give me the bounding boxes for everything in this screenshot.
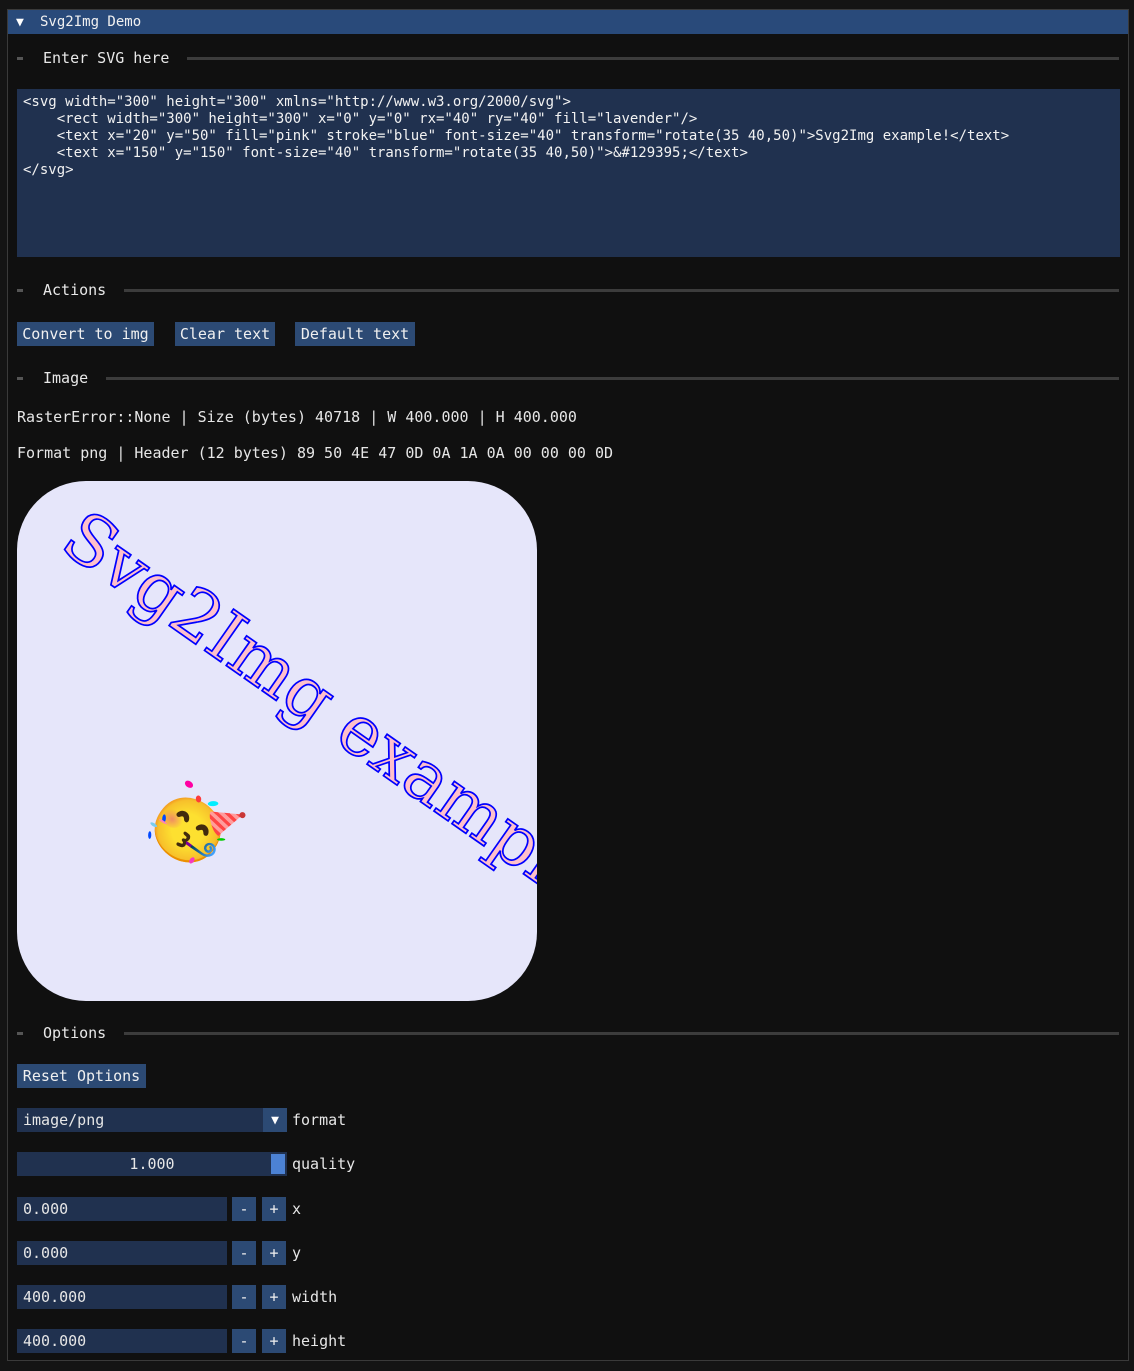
clear-text-button[interactable]: Clear text bbox=[175, 322, 275, 346]
section-label: Actions bbox=[43, 281, 107, 299]
section-label: Enter SVG here bbox=[43, 49, 170, 67]
section-header-options: Options bbox=[17, 1023, 1119, 1043]
format-label: format bbox=[292, 1111, 347, 1129]
width-increment-button[interactable]: + bbox=[262, 1285, 286, 1309]
section-divider bbox=[187, 56, 1119, 60]
x-decrement-button[interactable]: - bbox=[232, 1197, 256, 1221]
window-title: Svg2Img Demo bbox=[40, 14, 142, 30]
height-increment-button[interactable]: + bbox=[262, 1329, 286, 1353]
section-divider bbox=[106, 376, 1119, 380]
section-divider bbox=[124, 288, 1119, 292]
quality-label: quality bbox=[292, 1155, 356, 1173]
slider-grab-handle[interactable] bbox=[271, 1154, 285, 1174]
width-input[interactable]: 400.000 bbox=[17, 1285, 227, 1309]
dropdown-arrow-icon[interactable]: ▼ bbox=[263, 1108, 287, 1132]
section-bullet-icon bbox=[17, 376, 23, 380]
section-header-svg-input: Enter SVG here bbox=[17, 48, 1119, 68]
y-increment-button[interactable]: + bbox=[262, 1241, 286, 1265]
section-bullet-icon bbox=[17, 1031, 23, 1035]
section-header-actions: Actions bbox=[17, 280, 1119, 300]
format-header-line: Format png | Header (12 bytes) 89 50 4E … bbox=[17, 444, 614, 462]
height-decrement-button[interactable]: - bbox=[232, 1329, 256, 1353]
section-label: Options bbox=[43, 1024, 107, 1042]
rendered-svg: Svg2Img example! 🥳 bbox=[47, 495, 537, 939]
y-input[interactable]: 0.000 bbox=[17, 1241, 227, 1265]
window-title-bar[interactable]: ▼ Svg2Img Demo bbox=[8, 10, 1128, 34]
convert-to-img-button[interactable]: Convert to img bbox=[17, 322, 154, 346]
width-label: width bbox=[292, 1288, 338, 1306]
x-input[interactable]: 0.000 bbox=[17, 1197, 227, 1221]
width-decrement-button[interactable]: - bbox=[232, 1285, 256, 1309]
format-select-value: image/png bbox=[23, 1111, 105, 1129]
svg-text-editor[interactable]: <svg width="300" height="300" xmlns="htt… bbox=[17, 89, 1120, 257]
quality-value: 1.000 bbox=[129, 1155, 175, 1173]
rendered-image: Svg2Img example! 🥳 bbox=[17, 481, 537, 1001]
collapse-arrow-icon[interactable]: ▼ bbox=[16, 15, 34, 30]
y-decrement-button[interactable]: - bbox=[232, 1241, 256, 1265]
x-label: x bbox=[292, 1200, 302, 1218]
party-face-emoji-icon: 🥳 bbox=[133, 766, 251, 883]
section-label: Image bbox=[43, 369, 89, 387]
quality-slider[interactable]: 1.000 bbox=[17, 1152, 287, 1176]
raster-info-line: RasterError::None | Size (bytes) 40718 |… bbox=[17, 408, 577, 426]
height-label: height bbox=[292, 1332, 347, 1350]
section-divider bbox=[124, 1031, 1119, 1035]
section-bullet-icon bbox=[17, 56, 23, 60]
rendered-example-text: Svg2Img example! bbox=[48, 496, 537, 939]
height-input[interactable]: 400.000 bbox=[17, 1329, 227, 1353]
svg2img-demo-window: ▼ Svg2Img Demo Enter SVG here <svg width… bbox=[7, 9, 1129, 1361]
section-header-image: Image bbox=[17, 368, 1119, 388]
section-bullet-icon bbox=[17, 288, 23, 292]
reset-options-button[interactable]: Reset Options bbox=[17, 1064, 146, 1088]
y-label: y bbox=[292, 1244, 302, 1262]
format-select[interactable]: image/png ▼ bbox=[17, 1108, 287, 1132]
default-text-button[interactable]: Default text bbox=[295, 322, 415, 346]
x-increment-button[interactable]: + bbox=[262, 1197, 286, 1221]
